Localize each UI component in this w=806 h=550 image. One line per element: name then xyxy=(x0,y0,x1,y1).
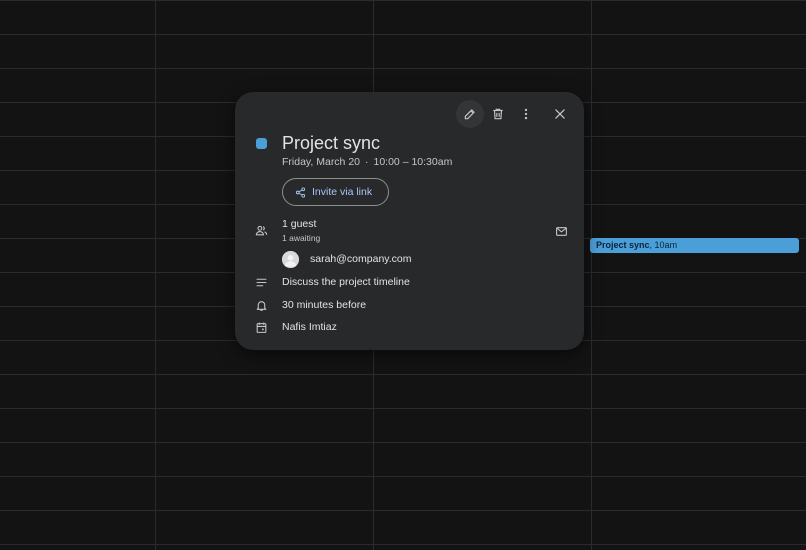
event-chip-title: Project sync xyxy=(596,240,650,250)
datetime-separator: · xyxy=(365,156,369,168)
avatar xyxy=(282,251,299,268)
grid-row-line xyxy=(0,544,806,545)
share-icon xyxy=(295,186,306,198)
notes-icon xyxy=(256,278,267,287)
grid-row-line xyxy=(0,68,806,69)
more-vert-icon xyxy=(524,108,528,120)
more-options-button[interactable] xyxy=(512,100,540,128)
event-time-range: 10:00 – 10:30am xyxy=(373,156,453,168)
people-icon xyxy=(255,225,268,236)
calendar-icon xyxy=(256,322,267,333)
popover-toolbar xyxy=(456,100,574,128)
guests-row-icon xyxy=(255,224,268,237)
event-organizer: Nafis Imtiaz xyxy=(282,321,337,333)
mail-icon xyxy=(555,226,567,236)
edit-button[interactable] xyxy=(456,100,484,128)
event-datetime: Friday, March 20 · 10:00 – 10:30am xyxy=(282,156,452,168)
event-details-popover: Project sync Friday, March 20 · 10:00 – 10… xyxy=(235,92,584,350)
reminder-row-icon xyxy=(255,299,268,312)
email-guests-button[interactable] xyxy=(552,222,570,240)
event-color-swatch xyxy=(256,138,267,149)
guest-count: 1 guest xyxy=(282,218,317,230)
close-icon xyxy=(555,109,565,119)
event-reminder: 30 minutes before xyxy=(282,299,367,311)
grid-row-line xyxy=(0,408,806,409)
pencil-icon xyxy=(464,109,475,120)
grid-row-line xyxy=(0,442,806,443)
grid-column-line xyxy=(155,0,156,550)
grid-row-line xyxy=(0,374,806,375)
close-button[interactable] xyxy=(546,100,574,128)
organizer-row-icon xyxy=(255,321,268,334)
event-title: Project sync xyxy=(282,133,381,153)
person-icon xyxy=(282,251,299,268)
description-row-icon xyxy=(255,276,268,289)
grid-column-line xyxy=(591,0,592,550)
event-chip-time: 10am xyxy=(654,240,678,250)
grid-row-line xyxy=(0,34,806,35)
event-chip-project-sync[interactable]: Project sync, 10am xyxy=(590,238,799,253)
invite-button-label: Invite via link xyxy=(312,186,373,198)
event-description: Discuss the project timeline xyxy=(282,276,410,288)
bell-icon xyxy=(256,301,267,311)
grid-row-line xyxy=(0,0,806,1)
grid-row-line xyxy=(0,510,806,511)
delete-button[interactable] xyxy=(484,100,512,128)
guest-status: 1 awaiting xyxy=(282,233,321,243)
invite-via-link-button[interactable]: Invite via link xyxy=(282,178,389,206)
grid-row-line xyxy=(0,476,806,477)
event-date: Friday, March 20 xyxy=(282,156,360,168)
trash-icon xyxy=(493,108,503,120)
guest-email[interactable]: sarah@company.com xyxy=(310,253,412,265)
